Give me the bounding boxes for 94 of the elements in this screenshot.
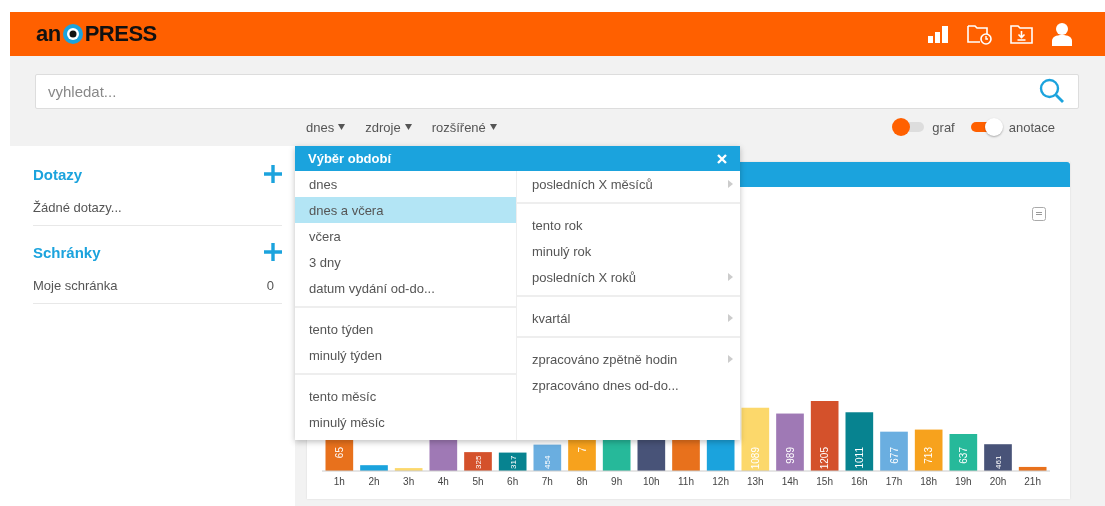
chart-bar — [984, 444, 1012, 471]
menu-item[interactable]: zpracováno dnes od-do... — [517, 372, 740, 398]
chart-bar — [810, 401, 839, 471]
axis-label: 3h — [403, 476, 415, 487]
close-icon[interactable] — [717, 153, 727, 164]
menu-item[interactable]: tento rok — [517, 212, 740, 238]
menu-item[interactable]: včera — [295, 223, 516, 249]
axis-label: 16h — [851, 476, 868, 487]
menu-item[interactable]: tento měsíc — [295, 383, 516, 409]
bar-value-label: 637 — [957, 447, 969, 464]
submenu-arrow-icon — [728, 314, 733, 322]
axis-label: 5h — [472, 476, 484, 487]
bar-value-label: 461 — [994, 455, 1003, 469]
submenu-arrow-icon — [728, 273, 733, 281]
menu-item[interactable]: dnes — [295, 171, 516, 197]
menu-title: Výběr období — [308, 151, 392, 166]
axis-label: 9h — [611, 476, 623, 487]
logo-text: PRESS — [84, 21, 157, 47]
axis-label: 4h — [437, 476, 449, 487]
filter-dropdown[interactable]: rozšířené — [427, 119, 501, 135]
bar-value-label: 989 — [784, 447, 796, 464]
download-folder-icon[interactable] — [1010, 24, 1034, 44]
axis-label: 6h — [507, 476, 519, 487]
menu-item[interactable]: dnes a včera — [295, 197, 516, 223]
menu-item[interactable]: 3 dny — [295, 249, 516, 275]
add-icon[interactable] — [264, 165, 282, 183]
menu-item[interactable]: posledních X roků — [517, 264, 740, 290]
menu-item[interactable]: datum vydání od-do... — [295, 275, 516, 301]
section-title: Schránky — [33, 243, 101, 261]
bar-value-label: 713 — [923, 447, 935, 464]
submenu-arrow-icon — [728, 180, 733, 188]
menu-item[interactable]: kvartál — [517, 305, 740, 331]
bar-value-label: 325 — [474, 455, 483, 469]
logo[interactable]: an PRESS — [36, 21, 157, 47]
search-field[interactable]: vyhledat... — [35, 74, 1079, 109]
axis-label: 2h — [368, 476, 380, 487]
axis-label: 21h — [1024, 476, 1041, 487]
chart-bar — [949, 434, 978, 471]
caret-icon — [404, 124, 412, 130]
bar-value-label: 317 — [508, 455, 518, 469]
axis-label: 13h — [747, 476, 764, 487]
bar-value-label: 454 — [543, 455, 553, 469]
chart-bar — [394, 468, 423, 471]
chart-bar — [1018, 466, 1047, 471]
menu-item[interactable]: tento týden — [295, 316, 516, 342]
menu-item[interactable]: minulý měsíc — [295, 409, 516, 435]
axis-label: 20h — [989, 476, 1007, 487]
menu-item[interactable]: minulý rok — [517, 238, 740, 264]
chart-bar — [776, 413, 804, 471]
eye-icon — [61, 23, 84, 45]
add-icon[interactable] — [264, 243, 282, 261]
chart-bar — [880, 431, 908, 471]
folder-clock-icon[interactable] — [967, 23, 993, 45]
logo-text: an — [36, 21, 61, 47]
user-icon[interactable] — [1051, 22, 1073, 46]
search-icon[interactable] — [1039, 78, 1065, 104]
bar-value-label: 65 — [333, 447, 345, 459]
bar-chart-icon[interactable] — [928, 25, 950, 43]
chart-bar — [914, 429, 943, 471]
axis-label: 12h — [712, 476, 729, 487]
submenu-arrow-icon — [728, 355, 733, 363]
axis-label: 17h — [885, 476, 903, 487]
axis-label: 10h — [643, 476, 660, 487]
caret-icon — [338, 124, 346, 130]
axis-label: 8h — [576, 476, 588, 487]
bar-value-label: 677 — [888, 447, 900, 464]
axis-label: 14h — [781, 476, 799, 487]
axis-label: 19h — [955, 476, 972, 487]
axis-label: 18h — [920, 476, 937, 487]
toggle-label: anotace — [1008, 119, 1055, 135]
filter-dropdown[interactable]: zdroje — [361, 119, 416, 135]
section-title: Dotazy — [33, 165, 83, 183]
menu-item[interactable]: zpracováno zpětně hodin — [517, 346, 740, 372]
sidebar-item[interactable]: Moje schránka 0 — [33, 274, 282, 304]
chart-bar — [845, 412, 874, 471]
caret-icon — [489, 124, 497, 130]
chart-bar — [360, 465, 388, 471]
chart-bar — [741, 407, 770, 471]
axis-label: 15h — [816, 476, 833, 487]
sidebar-item[interactable]: Žádné dotazy... — [33, 196, 282, 226]
bar-value-label: 1205 — [819, 447, 831, 470]
filter-dropdown[interactable]: dnes — [302, 119, 350, 135]
item-count: 0 — [266, 278, 274, 293]
chart-bar — [533, 444, 562, 471]
menu-item[interactable]: minulý týden — [295, 342, 516, 368]
axis-label: 1h — [333, 476, 345, 487]
bar-value-label: 1011 — [853, 447, 865, 469]
bar-value-label: 7 — [576, 447, 588, 453]
menu-icon[interactable] — [1032, 207, 1046, 221]
axis-label: 7h — [541, 476, 553, 487]
menu-item[interactable]: posledních X měsíců — [517, 171, 740, 197]
axis-label: 11h — [678, 476, 694, 487]
bar-value-label: 1089 — [749, 447, 761, 470]
toggle-label: graf — [932, 119, 955, 135]
